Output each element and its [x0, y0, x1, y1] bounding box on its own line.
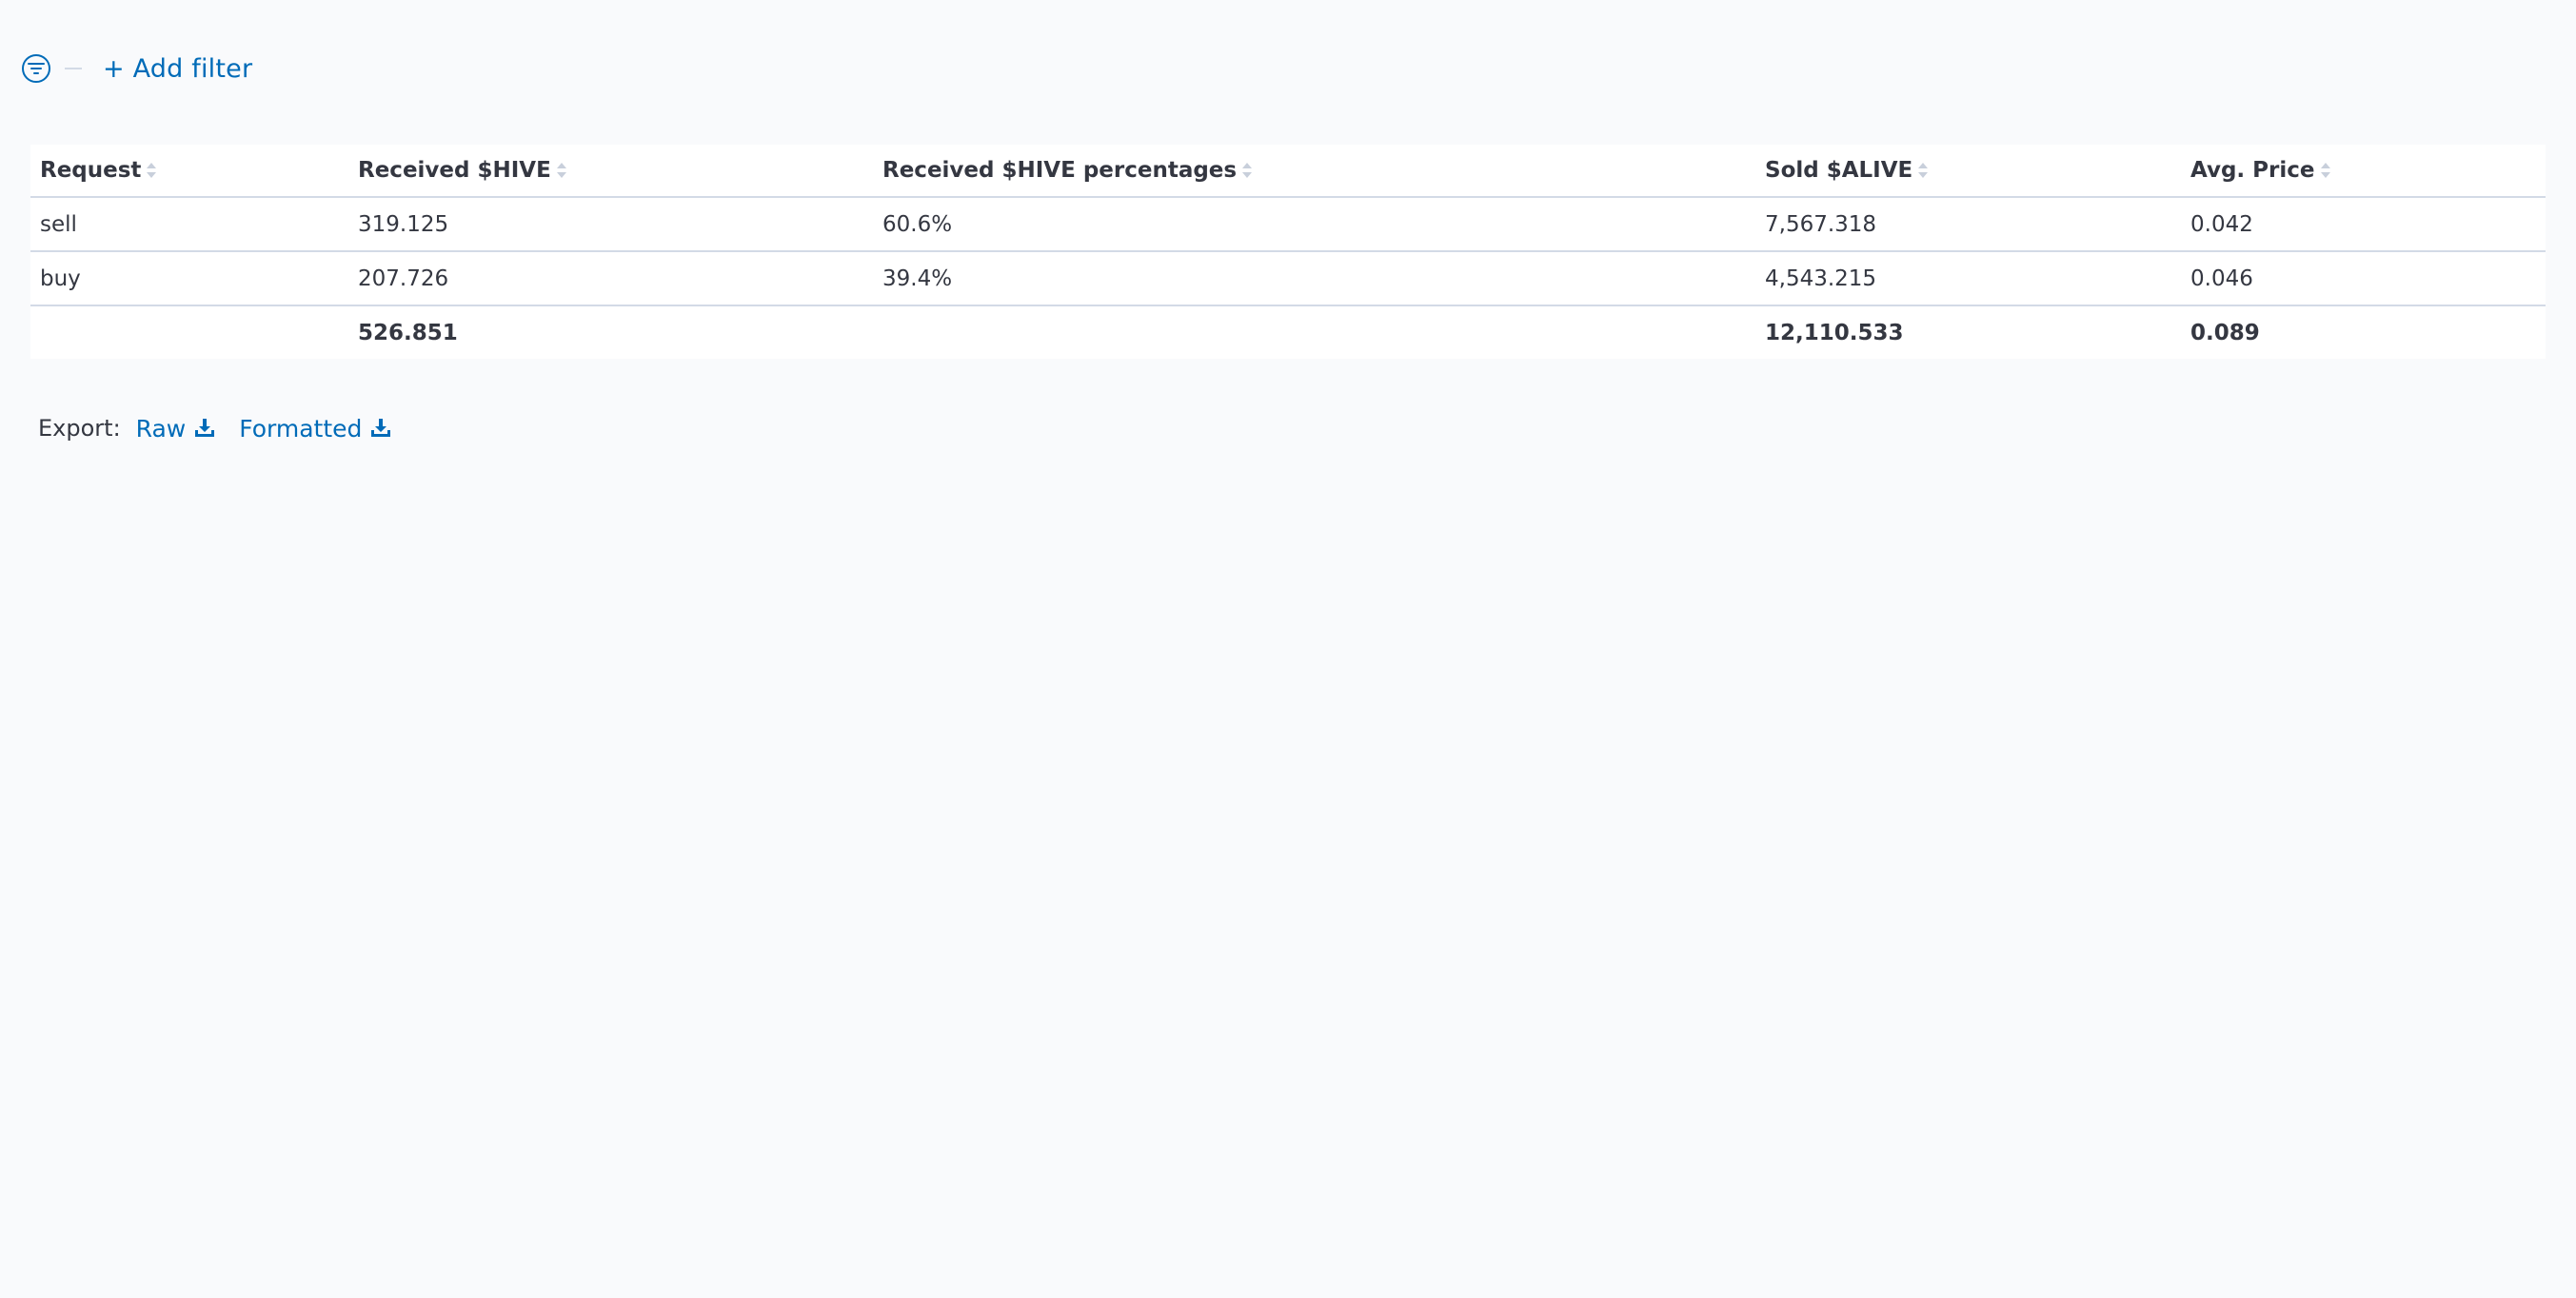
column-header-request[interactable]: Request — [30, 145, 348, 198]
export-raw-label: Raw — [135, 414, 187, 442]
total-request — [30, 305, 348, 359]
table-row: sell 319.125 60.6% 7,567.318 0.042 — [30, 197, 2546, 252]
add-filter-button[interactable]: + Add filter — [103, 54, 252, 84]
export-bar: Export: Raw Formatted — [38, 411, 415, 445]
total-received-hive: 526.851 — [358, 320, 458, 345]
cell-received-hive-percentage: 60.6% — [873, 197, 1755, 252]
cell-request: sell — [30, 197, 348, 252]
cell-sold-alive: 4,543.215 — [1755, 251, 2181, 306]
column-header-received-hive[interactable]: Received $HIVE — [348, 145, 873, 198]
cell-avg-price: 0.042 — [2181, 197, 2546, 252]
column-header-avg-price[interactable]: Avg. Price — [2181, 145, 2546, 198]
filter-divider — [65, 68, 82, 69]
table-total-row: 526.851 12,110.533 0.089 — [30, 305, 2546, 359]
column-header-received-hive-percentages[interactable]: Received $HIVE percentages — [873, 145, 1755, 198]
sort-icon[interactable] — [1917, 161, 1929, 180]
cell-received-hive: 207.726 — [348, 251, 873, 306]
sort-icon[interactable] — [1241, 161, 1253, 180]
total-sold-alive: 12,110.533 — [1765, 320, 1904, 345]
column-header-label: Request — [40, 158, 142, 183]
column-header-label: Avg. Price — [2190, 158, 2315, 183]
column-header-sold-alive[interactable]: Sold $ALIVE — [1755, 145, 2181, 198]
sort-icon[interactable] — [146, 161, 157, 180]
total-avg-price: 0.089 — [2190, 320, 2260, 345]
export-label: Export: — [38, 415, 121, 442]
page: + Add filter Request Received $HIVE Rece… — [0, 0, 2576, 1298]
total-received-hive-percentage — [873, 305, 1755, 359]
cell-received-hive: 319.125 — [348, 197, 873, 252]
table-header-row: Request Received $HIVE Received $HIVE pe… — [30, 145, 2546, 198]
cell-received-hive-percentage: 39.4% — [873, 251, 1755, 306]
sort-icon[interactable] — [556, 161, 567, 180]
filter-bar: + Add filter — [21, 49, 252, 88]
export-raw-link[interactable]: Raw — [136, 415, 217, 442]
export-formatted-label: Formatted — [239, 414, 363, 442]
export-formatted-link[interactable]: Formatted — [239, 415, 392, 442]
column-header-label: Sold $ALIVE — [1765, 158, 1913, 183]
cell-request: buy — [30, 251, 348, 306]
download-icon — [371, 419, 391, 437]
download-icon — [195, 419, 215, 437]
column-header-label: Received $HIVE — [358, 158, 551, 183]
column-header-label: Received $HIVE percentages — [882, 158, 1238, 183]
sort-icon[interactable] — [2320, 161, 2331, 180]
cell-sold-alive: 7,567.318 — [1755, 197, 2181, 252]
table-row: buy 207.726 39.4% 4,543.215 0.046 — [30, 251, 2546, 306]
data-table: Request Received $HIVE Received $HIVE pe… — [30, 145, 2546, 359]
filter-icon[interactable] — [21, 53, 51, 84]
cell-avg-price: 0.046 — [2181, 251, 2546, 306]
